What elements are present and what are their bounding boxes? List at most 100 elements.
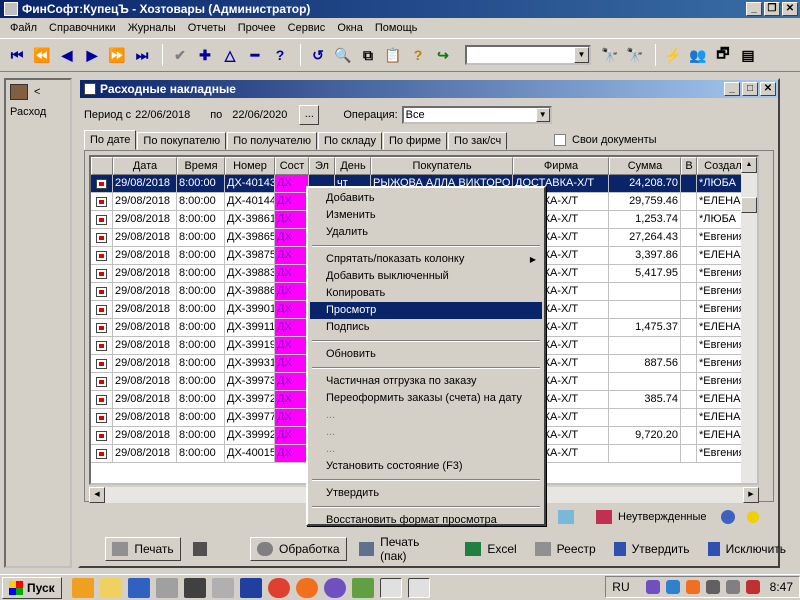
period-from-date[interactable]: 22/06/2018 <box>135 109 190 121</box>
chrome-icon[interactable] <box>267 577 290 598</box>
filter-icon[interactable]: ⚡ <box>662 44 684 66</box>
next-page-icon[interactable]: ⏩ <box>106 44 128 66</box>
archive-7z-icon[interactable] <box>183 577 206 598</box>
close-button[interactable]: ✕ <box>782 2 798 16</box>
unapproved-icon[interactable] <box>596 510 612 524</box>
prev-record-icon[interactable]: ◀ <box>56 44 78 66</box>
excel-button[interactable]: Excel <box>459 537 522 561</box>
refresh-circle-icon[interactable] <box>720 510 735 524</box>
triangle-icon[interactable]: △ <box>219 44 241 66</box>
folder-icon[interactable] <box>99 577 122 598</box>
copy-icon[interactable]: ⧉ <box>357 44 379 66</box>
language-indicator[interactable]: RU <box>612 580 629 594</box>
clock[interactable]: 8:47 <box>770 580 793 594</box>
user-icon[interactable] <box>10 84 28 100</box>
question-icon[interactable]: ? <box>269 44 291 66</box>
menu-other[interactable]: Прочее <box>232 22 282 34</box>
users-icon[interactable]: 👥 <box>687 44 709 66</box>
checkbox-box[interactable] <box>554 134 566 146</box>
exit-icon[interactable]: ↪ <box>432 44 454 66</box>
book-icon[interactable] <box>558 510 574 524</box>
menu-item-reissue-orders[interactable]: Переоформить заказы (счета) на дату <box>310 390 542 407</box>
tab-by-recipient[interactable]: По получателю <box>227 132 317 150</box>
menu-item-set-state[interactable]: Установить состояние (F3) <box>310 458 542 475</box>
active-app-2-icon[interactable] <box>407 577 430 598</box>
scroll-left-icon[interactable]: ◀ <box>89 487 105 503</box>
calculator-icon[interactable] <box>127 577 150 598</box>
windows-icon[interactable]: 🗗 <box>712 44 734 66</box>
pdf-icon[interactable] <box>155 577 178 598</box>
find-icon[interactable]: 🔭 <box>599 44 621 66</box>
notes-app-icon[interactable] <box>351 577 374 598</box>
tab-by-warehouse[interactable]: По складу <box>317 132 382 150</box>
menu-service[interactable]: Сервис <box>282 22 332 34</box>
menu-item-refresh[interactable]: Обновить <box>310 346 542 363</box>
col-el-header[interactable]: Эл <box>309 157 335 175</box>
print-button[interactable]: Печать <box>105 537 181 561</box>
minus-icon[interactable]: ━ <box>244 44 266 66</box>
scroll-right-icon[interactable]: ▶ <box>743 487 759 503</box>
tab-by-date[interactable]: По дате <box>84 130 137 150</box>
exclude-button[interactable]: Исключить <box>702 537 792 561</box>
col-day-header[interactable]: День <box>335 157 371 175</box>
volume-icon[interactable] <box>705 580 720 594</box>
period-select-button[interactable]: ... <box>299 105 320 125</box>
left-panel-label[interactable]: Расход <box>6 106 70 118</box>
process-button[interactable]: Обработка <box>249 537 347 561</box>
last-record-icon[interactable]: ⏭ <box>131 44 153 66</box>
window-minimize-button[interactable]: _ <box>724 82 740 96</box>
menu-item-restore-format[interactable]: Восстановить формат просмотра <box>310 512 542 529</box>
next-record-icon[interactable]: ▶ <box>81 44 103 66</box>
menu-item-add[interactable]: Добавить <box>310 190 542 207</box>
chat-tray-icon[interactable] <box>665 580 680 594</box>
menu-item-delete[interactable]: Удалить <box>310 224 542 241</box>
refresh-icon[interactable]: ↺ <box>307 44 329 66</box>
col-state-header[interactable]: Сост <box>275 157 309 175</box>
vertical-scrollbar[interactable]: ▲ <box>741 157 757 483</box>
period-to-date[interactable]: 22/06/2020 <box>232 109 287 121</box>
menu-file[interactable]: Файл <box>4 22 43 34</box>
tab-by-firm[interactable]: По фирме <box>382 132 448 150</box>
col-v-header[interactable]: В <box>681 157 697 175</box>
col-sum-header[interactable]: Сумма <box>609 157 681 175</box>
paste-icon[interactable]: 📋 <box>382 44 404 66</box>
media-player-icon[interactable] <box>71 577 94 598</box>
chevron-down-icon[interactable]: ▼ <box>535 108 550 122</box>
tile-icon[interactable]: ▤ <box>737 44 759 66</box>
print-pack-button[interactable]: Печать (пак) <box>353 535 454 563</box>
toolbar-combo[interactable]: ▼ <box>465 45 591 65</box>
scroll-up-icon[interactable]: ▲ <box>741 157 757 173</box>
menu-item-copy[interactable]: Копировать <box>310 285 542 302</box>
menu-help[interactable]: Помощь <box>369 22 424 34</box>
col-firm-header[interactable]: Фирма <box>513 157 609 175</box>
registry-button[interactable]: Реестр <box>529 537 602 561</box>
menu-item-edit[interactable]: Изменить <box>310 207 542 224</box>
start-button[interactable]: Пуск <box>2 576 62 599</box>
viber-tray-icon[interactable] <box>645 580 660 594</box>
tab-by-order[interactable]: По зак/сч <box>448 132 508 150</box>
menu-directories[interactable]: Справочники <box>43 22 122 34</box>
document-app-icon[interactable] <box>211 577 234 598</box>
find-next-icon[interactable]: 🔭 <box>624 44 646 66</box>
window-maximize-button[interactable]: □ <box>742 82 758 96</box>
tab-by-buyer[interactable]: По покупателю <box>137 132 227 150</box>
col-time-header[interactable]: Время <box>177 157 225 175</box>
firefox-icon[interactable] <box>295 577 318 598</box>
menu-windows[interactable]: Окна <box>331 22 369 34</box>
own-docs-checkbox[interactable]: Свои документы <box>554 134 657 146</box>
add-icon[interactable]: ✚ <box>194 44 216 66</box>
col-number-header[interactable]: Номер <box>225 157 275 175</box>
approve-button[interactable]: Утвердить <box>608 537 696 561</box>
col-date-header[interactable]: Дата <box>113 157 177 175</box>
restore-button[interactable]: ❐ <box>764 2 780 16</box>
print-alt-button[interactable] <box>187 537 219 561</box>
window-close-button[interactable]: ✕ <box>760 82 776 96</box>
menu-item-view[interactable]: Просмотр <box>310 302 542 319</box>
active-app-icon[interactable] <box>379 577 402 598</box>
menu-item-add-disabled[interactable]: Добавить выключенный <box>310 268 542 285</box>
col-buyer-header[interactable]: Покупатель <box>371 157 513 175</box>
search-icon[interactable]: 🔍 <box>332 44 354 66</box>
viber-icon[interactable] <box>323 577 346 598</box>
menu-item-partial-shipment[interactable]: Частичная отгрузка по заказу <box>310 373 542 390</box>
operation-select[interactable]: Все ▼ <box>401 106 552 124</box>
